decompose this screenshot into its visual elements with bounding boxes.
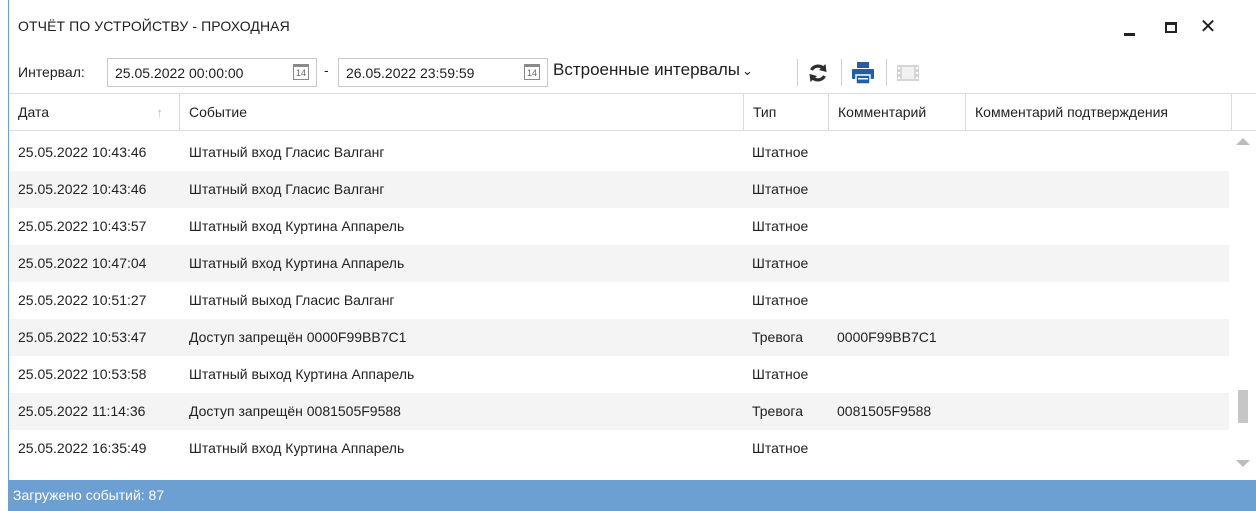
interval-label: Интервал: — [18, 64, 85, 80]
table-row[interactable]: 25.05.2022 10:51:27 Штатный выход Гласис … — [9, 282, 1229, 319]
cell-type: Штатное — [752, 218, 809, 234]
calendar-icon[interactable]: 14 — [524, 64, 540, 80]
cell-date: 25.05.2022 10:53:58 — [18, 366, 147, 382]
loaded-events-count: Загружено событий: 87 — [13, 487, 165, 503]
cell-type: Тревога — [752, 403, 803, 419]
toolbar: Интервал: 25.05.2022 00:00:00 14 - 26.05… — [9, 52, 1256, 92]
column-header-confirm-comment[interactable]: Комментарий подтверждения — [966, 94, 1232, 131]
cell-date: 25.05.2022 10:43:57 — [18, 218, 147, 234]
table-row[interactable]: 25.05.2022 10:47:04 Штатный вход Куртина … — [9, 245, 1229, 282]
column-header-label: Дата — [18, 104, 50, 120]
cell-type: Штатное — [752, 255, 809, 271]
cell-date: 25.05.2022 10:51:27 — [18, 292, 147, 308]
date-to-value: 26.05.2022 23:59:59 — [346, 65, 475, 81]
column-header-type[interactable]: Тип — [744, 94, 829, 131]
builtin-intervals-dropdown[interactable]: Встроенные интервалы ⌄ — [553, 60, 753, 80]
toolbar-divider — [797, 59, 798, 86]
cell-event: Штатный вход Гласис Валганг — [189, 144, 385, 160]
column-header-date[interactable]: Дата ↑ — [9, 94, 180, 131]
title-bar: ОТЧЁТ ПО УСТРОЙСТВУ - ПРОХОДНАЯ ✕ — [9, 0, 1256, 52]
table-row[interactable]: 25.05.2022 11:14:36 Доступ запрещён 00815… — [9, 393, 1229, 430]
maximize-button[interactable] — [1158, 14, 1184, 40]
table-row[interactable]: 25.05.2022 10:43:46 Штатный вход Гласис В… — [9, 134, 1229, 171]
cell-type: Штатное — [752, 366, 809, 382]
cell-date: 25.05.2022 10:53:47 — [18, 329, 147, 345]
cell-event: Штатный вход Куртина Аппарель — [189, 218, 405, 234]
column-header-event[interactable]: Событие — [180, 94, 744, 131]
column-header-comment[interactable]: Комментарий — [829, 94, 966, 131]
cell-date: 25.05.2022 10:47:04 — [18, 255, 147, 271]
cell-type: Штатное — [752, 181, 809, 197]
cell-type: Тревога — [752, 329, 803, 345]
scroll-thumb[interactable] — [1238, 390, 1248, 423]
cell-comment: 0081505F9588 — [837, 403, 932, 419]
date-from-value: 25.05.2022 00:00:00 — [115, 65, 244, 81]
table-row[interactable]: 25.05.2022 10:43:57 Штатный вход Куртина … — [9, 208, 1229, 245]
cell-event: Доступ запрещён 0000F99BB7C1 — [189, 329, 407, 345]
cell-type: Штатное — [752, 292, 809, 308]
toolbar-divider — [886, 59, 887, 86]
calendar-icon[interactable]: 14 — [293, 64, 309, 80]
scroll-down-arrow-icon[interactable] — [1236, 460, 1250, 467]
cell-type: Штатное — [752, 144, 809, 160]
builtin-intervals-label: Встроенные интервалы — [553, 60, 740, 79]
cell-event: Штатный выход Гласис Валганг — [189, 292, 395, 308]
toolbar-divider — [841, 59, 842, 86]
minimize-button[interactable] — [1117, 14, 1143, 40]
refresh-icon[interactable] — [805, 60, 831, 86]
grid-header: Дата ↑ Событие Тип Комментарий Комментар… — [9, 93, 1256, 131]
cell-event: Штатный вход Гласис Валганг — [189, 181, 385, 197]
print-icon[interactable] — [850, 60, 876, 86]
cell-date: 25.05.2022 10:43:46 — [18, 144, 147, 160]
table-row[interactable]: 25.05.2022 10:53:58 Штатный выход Куртина… — [9, 356, 1229, 393]
close-button[interactable]: ✕ — [1195, 14, 1221, 40]
cell-date: 25.05.2022 11:14:36 — [18, 403, 146, 419]
scroll-up-arrow-icon[interactable] — [1236, 138, 1250, 145]
status-bar: Загружено событий: 87 — [9, 480, 1256, 511]
window-title: ОТЧЁТ ПО УСТРОЙСТВУ - ПРОХОДНАЯ — [18, 18, 290, 34]
cell-type: Штатное — [752, 440, 809, 456]
vertical-scrollbar[interactable] — [1231, 134, 1256, 469]
cell-date: 25.05.2022 16:35:49 — [18, 440, 147, 456]
cell-event: Штатный вход Куртина Аппарель — [189, 440, 405, 456]
range-dash: - — [324, 62, 329, 78]
table-row[interactable]: 25.05.2022 10:43:46 Штатный вход Гласис В… — [9, 171, 1229, 208]
cell-event: Штатный выход Куртина Аппарель — [189, 366, 415, 382]
table-row[interactable]: 25.05.2022 10:53:47 Доступ запрещён 0000F… — [9, 319, 1229, 356]
cell-comment: 0000F99BB7C1 — [837, 329, 937, 345]
cell-date: 25.05.2022 10:43:46 — [18, 181, 147, 197]
date-to-field[interactable]: 26.05.2022 23:59:59 14 — [338, 58, 548, 87]
date-from-field[interactable]: 25.05.2022 00:00:00 14 — [107, 58, 317, 87]
events-grid: Дата ↑ Событие Тип Комментарий Комментар… — [9, 93, 1256, 469]
film-icon — [895, 60, 921, 86]
table-row[interactable]: 25.05.2022 16:35:49 Штатный вход Куртина … — [9, 430, 1229, 467]
cell-event: Доступ запрещён 0081505F9588 — [189, 403, 401, 419]
sort-ascending-icon: ↑ — [156, 105, 164, 120]
report-window: ОТЧЁТ ПО УСТРОЙСТВУ - ПРОХОДНАЯ ✕ Интерв… — [8, 0, 1256, 511]
cell-event: Штатный вход Куртина Аппарель — [189, 255, 405, 271]
chevron-down-icon: ⌄ — [741, 63, 753, 78]
